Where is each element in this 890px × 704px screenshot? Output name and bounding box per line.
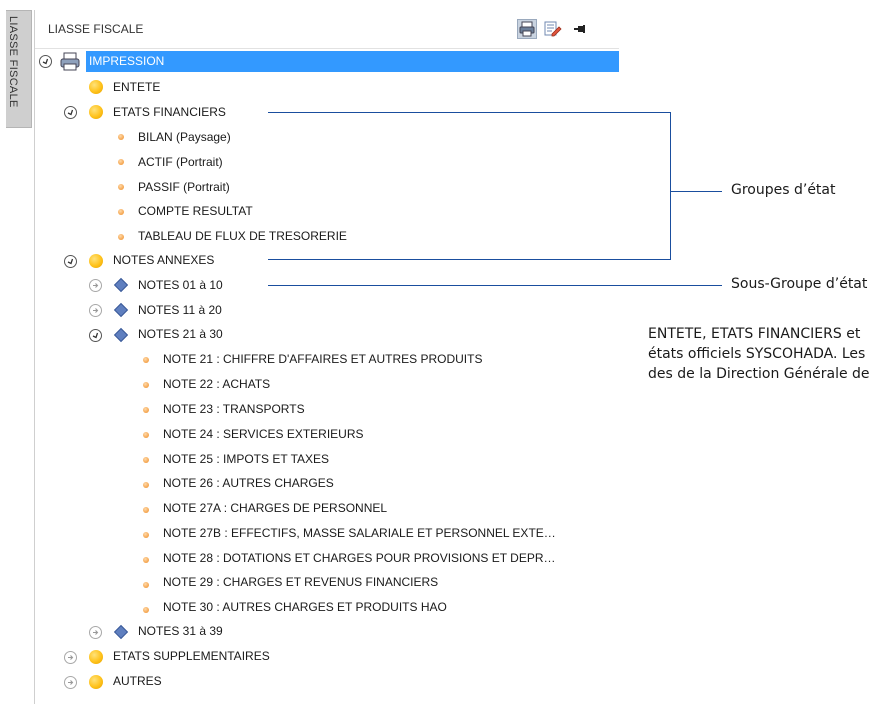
bullet-icon — [143, 557, 149, 563]
connector-line — [670, 191, 722, 192]
bullet-icon — [143, 507, 149, 513]
bullet-icon — [143, 607, 149, 613]
tree-item-notes-21-30[interactable]: NOTES 21 à 30 — [138, 324, 223, 344]
edit-list-icon — [544, 21, 562, 37]
subgroup-diamond-icon — [113, 327, 129, 343]
tree-item-compte-resultat[interactable]: COMPTE RESULTAT — [138, 201, 253, 221]
connector-line — [268, 112, 670, 113]
tree-item-note-23[interactable]: NOTE 23 : TRANSPORTS — [163, 399, 305, 419]
bullet-icon — [143, 357, 149, 363]
bullet-icon — [118, 159, 124, 165]
bullet-icon — [143, 457, 149, 463]
tree-item-autres[interactable]: AUTRES — [113, 671, 162, 691]
bullet-icon — [143, 532, 149, 538]
tree-item-tableau-flux[interactable]: TABLEAU DE FLUX DE TRESORERIE — [138, 226, 347, 246]
tree-item-notes-01-10[interactable]: NOTES 01 à 10 — [138, 275, 223, 295]
tree-item-note-27a[interactable]: NOTE 27A : CHARGES DE PERSONNEL — [163, 498, 387, 518]
chevron-right-icon — [93, 630, 99, 635]
chevron-down-right-icon — [67, 258, 74, 265]
tree-item-note-27b[interactable]: NOTE 27B : EFFECTIFS, MASSE SALARIALE ET… — [163, 523, 556, 543]
subgroup-diamond-icon — [113, 624, 129, 640]
group-ball-icon — [89, 254, 103, 268]
tree-item-notes-11-20[interactable]: NOTES 11 à 20 — [138, 300, 222, 320]
side-tab-liasse-fiscale[interactable]: LIASSE FISCALE — [6, 10, 32, 128]
bullet-icon — [118, 209, 124, 215]
print-button[interactable] — [517, 19, 537, 39]
group-ball-icon — [89, 105, 103, 119]
tree-item-note-26[interactable]: NOTE 26 : AUTRES CHARGES — [163, 473, 334, 493]
bullet-icon — [118, 234, 124, 240]
chevron-down-right-icon — [92, 332, 99, 339]
panel-header: LIASSE FISCALE — [35, 10, 619, 49]
group-ball-icon — [89, 675, 103, 689]
collapse-toggle[interactable] — [89, 329, 102, 342]
tree-item-label: IMPRESSION — [89, 54, 165, 68]
bullet-icon — [143, 482, 149, 488]
tree-item-note-28[interactable]: NOTE 28 : DOTATIONS ET CHARGES POUR PROV… — [163, 548, 556, 568]
tree-item-note-22[interactable]: NOTE 22 : ACHATS — [163, 374, 270, 394]
chevron-right-icon — [68, 655, 74, 660]
bullet-icon — [143, 432, 149, 438]
tree-item-etats-supplementaires[interactable]: ETATS SUPPLEMENTAIRES — [113, 646, 270, 666]
bullet-icon — [143, 407, 149, 413]
bullet-icon — [143, 582, 149, 588]
edit-list-button[interactable] — [543, 19, 563, 39]
tree-item-notes-annexes[interactable]: NOTES ANNEXES — [113, 250, 214, 270]
tree-item-notes-31-39[interactable]: NOTES 31 à 39 — [138, 621, 223, 641]
tree-item-note-21[interactable]: NOTE 21 : CHIFFRE D'AFFAIRES ET AUTRES P… — [163, 349, 482, 369]
annotation-description-line: états officiels SYSCOHADA. Les — [648, 346, 866, 362]
chevron-right-icon — [93, 283, 99, 288]
tree-item-impression-selected[interactable]: IMPRESSION — [86, 51, 619, 72]
bullet-icon — [118, 134, 124, 140]
chevron-right-icon — [93, 308, 99, 313]
panel-title: LIASSE FISCALE — [48, 22, 144, 36]
tree-item-passif[interactable]: PASSIF (Portrait) — [138, 177, 230, 197]
tree-item-note-24[interactable]: NOTE 24 : SERVICES EXTERIEURS — [163, 424, 364, 444]
expand-toggle[interactable] — [64, 651, 77, 664]
tree-item-actif[interactable]: ACTIF (Portrait) — [138, 152, 223, 172]
chevron-down-right-icon — [67, 109, 74, 116]
tree-item-note-29[interactable]: NOTE 29 : CHARGES ET REVENUS FINANCIERS — [163, 572, 438, 592]
annotation-sous-groupe: Sous-Groupe d’état — [731, 276, 868, 292]
group-ball-icon — [89, 80, 103, 94]
expand-toggle[interactable] — [89, 304, 102, 317]
subgroup-diamond-icon — [113, 277, 129, 293]
side-tab-label: LIASSE FISCALE — [7, 16, 19, 108]
collapse-toggle[interactable] — [64, 255, 77, 268]
tree-item-entete[interactable]: ENTETE — [113, 77, 160, 97]
expand-toggle[interactable] — [89, 279, 102, 292]
tree-item-bilan[interactable]: BILAN (Paysage) — [138, 127, 231, 147]
collapse-toggle[interactable] — [64, 106, 77, 119]
tree-item-note-25[interactable]: NOTE 25 : IMPOTS ET TAXES — [163, 449, 329, 469]
chevron-down-right-icon — [42, 58, 49, 65]
subgroup-diamond-icon — [113, 302, 129, 318]
group-ball-icon — [89, 650, 103, 664]
expand-toggle[interactable] — [89, 626, 102, 639]
annotation-description-line: des de la Direction Générale de — [648, 366, 870, 382]
annotation-groupes: Groupes d’état — [731, 182, 836, 198]
bullet-icon — [118, 184, 124, 190]
tree-item-etats-financiers[interactable]: ETATS FINANCIERS — [113, 102, 226, 122]
expand-toggle[interactable] — [64, 676, 77, 689]
connector-line — [670, 112, 671, 260]
collapse-toggle[interactable] — [39, 55, 52, 68]
printer-icon — [60, 52, 80, 71]
tree-item-note-30[interactable]: NOTE 30 : AUTRES CHARGES ET PRODUITS HAO — [163, 597, 447, 617]
connector-line — [268, 259, 670, 260]
pin-button[interactable] — [570, 19, 590, 39]
chevron-right-icon — [68, 680, 74, 685]
bullet-icon — [143, 382, 149, 388]
panel-border — [34, 10, 35, 704]
pin-icon — [574, 25, 585, 33]
connector-line — [268, 285, 722, 286]
annotation-description-line: ENTETE, ETATS FINANCIERS et — [648, 326, 861, 342]
printer-icon — [519, 21, 535, 37]
